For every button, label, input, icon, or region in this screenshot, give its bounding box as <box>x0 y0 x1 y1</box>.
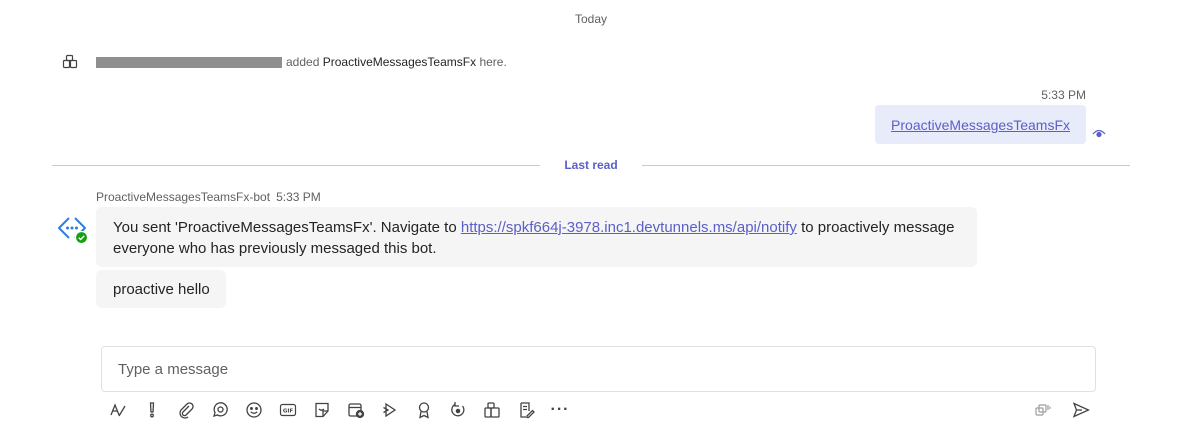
sent-message-text[interactable]: ProactiveMessagesTeamsFx <box>891 117 1070 133</box>
gif-icon[interactable]: GIF <box>277 399 299 421</box>
attach-icon[interactable] <box>175 399 197 421</box>
copilot-icon[interactable] <box>1032 399 1054 421</box>
emoji-icon[interactable] <box>243 399 265 421</box>
bot-message-bubble[interactable]: You sent 'ProactiveMessagesTeamsFx'. Nav… <box>96 207 977 267</box>
sticker-icon[interactable] <box>311 399 333 421</box>
bot-sender-name[interactable]: ProactiveMessagesTeamsFx-bot <box>96 190 270 204</box>
date-divider: Today <box>574 12 608 26</box>
bot-message-bubble-2[interactable]: proactive hello <box>96 270 226 308</box>
last-read-label: Last read <box>564 158 618 172</box>
more-options-button[interactable]: ··· <box>549 399 571 421</box>
sent-message-bubble[interactable]: ProactiveMessagesTeamsFx <box>875 105 1086 144</box>
priority-icon[interactable] <box>141 399 163 421</box>
composer-toolbar: GIF ··· <box>107 399 583 421</box>
seen-eye-icon <box>1092 129 1106 138</box>
composer-right-tools <box>1032 399 1108 421</box>
schedule-meeting-icon[interactable] <box>345 399 367 421</box>
bot-avatar[interactable] <box>56 216 88 248</box>
bot-message-text-3: proactive hello <box>113 280 210 298</box>
redacted-user-name <box>96 56 282 68</box>
apps-icon[interactable] <box>481 399 503 421</box>
last-read-line-left <box>52 165 540 166</box>
last-read-line-right <box>642 165 1130 166</box>
bot-message-time: 5:33 PM <box>276 190 321 204</box>
system-message-text: added ProactiveMessagesTeamsFx here. <box>286 55 507 69</box>
praise-icon[interactable] <box>413 399 435 421</box>
system-message: added ProactiveMessagesTeamsFx here. <box>60 52 507 72</box>
presence-available-icon <box>75 231 88 244</box>
loop-update-icon[interactable] <box>447 399 469 421</box>
stream-icon[interactable] <box>379 399 401 421</box>
message-composer[interactable] <box>101 346 1096 392</box>
notify-link[interactable]: https://spkf664j-3978.inc1.devtunnels.ms… <box>461 219 797 236</box>
svg-text:GIF: GIF <box>283 409 294 415</box>
format-icon[interactable] <box>107 399 129 421</box>
system-app-name: ProactiveMessagesTeamsFx <box>322 55 477 69</box>
system-text-after: here. <box>479 55 507 69</box>
message-input[interactable] <box>116 347 1081 391</box>
system-text-before: added <box>286 55 320 69</box>
bot-message-text-1: You sent 'ProactiveMessagesTeamsFx'. Nav… <box>113 219 457 236</box>
sent-message-time: 5:33 PM <box>1041 88 1086 102</box>
app-icon <box>60 52 80 72</box>
loop-icon[interactable] <box>209 399 231 421</box>
approvals-icon[interactable] <box>515 399 537 421</box>
bot-message-header: ProactiveMessagesTeamsFx-bot 5:33 PM <box>96 190 321 204</box>
send-icon[interactable] <box>1070 399 1092 421</box>
